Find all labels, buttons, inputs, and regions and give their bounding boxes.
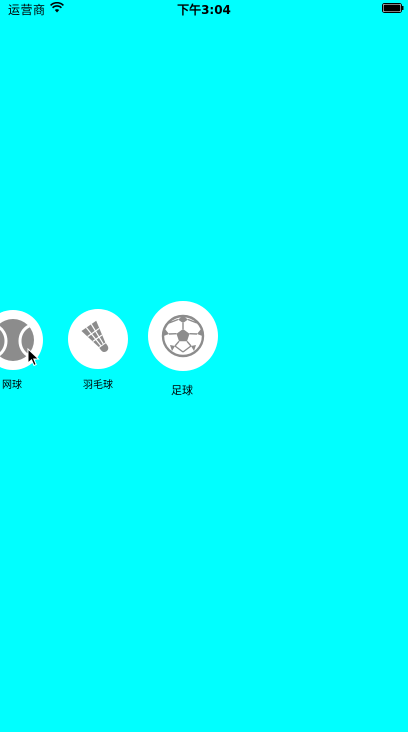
soccer-circle[interactable]	[148, 301, 218, 371]
battery-icon	[382, 3, 404, 13]
status-bar: 运营商 下午3:04	[0, 0, 408, 18]
soccer-ball-icon	[161, 314, 205, 358]
tennis-label: 网球	[2, 380, 22, 391]
mouse-cursor-icon	[27, 348, 40, 367]
badminton-label: 羽毛球	[83, 380, 113, 391]
soccer-label: 足球	[171, 384, 193, 397]
screen: 运营商 下午3:04 网球 羽毛球 足球	[0, 0, 408, 732]
badminton-circle[interactable]	[68, 309, 128, 369]
status-time: 下午3:04	[177, 3, 231, 17]
shuttlecock-icon	[81, 320, 109, 352]
